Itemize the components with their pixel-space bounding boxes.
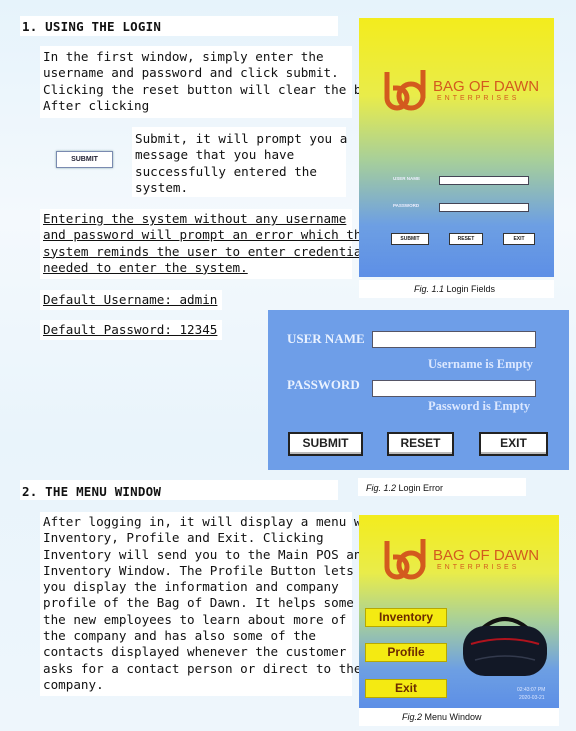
bod-logo-icon [384, 70, 426, 111]
login-error-figure: USER NAME Username is Empty PASSWORD Pas… [268, 310, 569, 470]
login-window-figure: BAG OF DAWN ENTERPRISES USER NAME PASSWO… [359, 18, 554, 277]
clock-date: 2020-03-21 [519, 695, 545, 701]
submit-button[interactable]: SUBMIT [391, 233, 429, 245]
para3-line: system reminds the user to enter credent… [43, 243, 377, 259]
fig12-caption: Fig. 1.2 Login Error [366, 483, 443, 493]
menu-logo-title: BAG OF DAWN [433, 547, 540, 564]
profile-button[interactable]: Profile [365, 643, 447, 662]
para2-line: system. [135, 179, 189, 195]
error-username-label: USER NAME [287, 331, 365, 346]
bag-image [463, 617, 547, 676]
inventory-button[interactable]: Inventory [365, 608, 447, 627]
fig2-caption-text: Menu Window [424, 712, 482, 722]
default-password: Default Password: 12345 [43, 322, 218, 337]
error-exit-button[interactable]: EXIT [479, 432, 548, 456]
para1-line: In the first window, simply enter the [43, 49, 324, 64]
para1-line: username and password and click submit. [43, 65, 339, 81]
password-input[interactable] [439, 203, 529, 212]
para2-line: Submit, it will prompt you a [135, 131, 348, 146]
section2-line: contacts displayed whenever the customer [43, 644, 347, 660]
error-username-input[interactable] [372, 331, 536, 348]
bod-logo-icon [384, 539, 426, 580]
section2-line: Inventory will send you to the Main POS … [43, 546, 370, 562]
section2-line: the new employees to learn about more of [43, 611, 347, 627]
exit-menu-button[interactable]: Exit [365, 679, 447, 698]
logo-title: BAG OF DAWN [433, 78, 540, 95]
fig2-caption: Fig.2 Menu Window [402, 712, 482, 722]
error-reset-button[interactable]: RESET [387, 432, 454, 456]
username-empty-error: Username is Empty [428, 357, 533, 371]
para1-line: After clicking [43, 97, 150, 113]
fig2-caption-number: Fig.2 [402, 712, 423, 722]
default-username: Default Username: admin [43, 292, 218, 307]
password-empty-error: Password is Empty [428, 399, 531, 413]
section2-line: Inventory Window. The Profile Button let… [43, 562, 354, 578]
error-submit-button[interactable]: SUBMIT [288, 432, 363, 456]
para2-line: message that you have [135, 147, 295, 163]
menu-logo-subtitle: ENTERPRISES [437, 564, 520, 571]
username-input[interactable] [439, 176, 529, 185]
section2-line: asks for a contact person or direct to t… [43, 660, 362, 676]
section1-heading: 1. USING THE LOGIN [22, 19, 162, 34]
para2-line: successfully entered the [135, 163, 317, 179]
para3-line: Entering the system without any username [43, 211, 347, 226]
para1-line: Clicking the reset button will clear the… [43, 81, 400, 97]
fig12-caption-number: Fig. 1.2 [366, 483, 397, 493]
section2-para: After logging in, it will display a menu… [43, 514, 384, 693]
inline-submit-button-image: SUBMIT [56, 151, 113, 168]
para3-line: and password will prompt an error which … [43, 227, 370, 243]
fig1-caption-text: Login Fields [446, 284, 496, 294]
fig1-caption: Fig. 1.1 Login Fields [414, 284, 495, 294]
para3-line: needed to enter the system. [43, 259, 248, 275]
section2-line: the company and has also some of the [43, 628, 316, 644]
para2: Submit, it will prompt you a message tha… [135, 131, 347, 196]
password-label: PASSWORD [393, 203, 420, 208]
logo-subtitle: ENTERPRISES [437, 95, 520, 102]
exit-button[interactable]: EXIT [503, 233, 535, 245]
section2-line: profile of the Bag of Dawn. It helps som… [43, 595, 377, 611]
username-label: USER NAME [393, 176, 421, 181]
error-password-label: PASSWORD [287, 377, 360, 392]
clock-time: 02:43:07 PM [517, 687, 546, 693]
para1: In the first window, simply enter the us… [43, 49, 399, 114]
menu-window-figure: BAG OF DAWN ENTERPRISES Inventory Profil… [359, 515, 559, 708]
section2-line: After logging in, it will display a menu… [43, 514, 385, 529]
fig1-caption-number: Fig. 1.1 [414, 284, 445, 294]
section2-line: Inventory, Profile and Exit. Clicking [43, 530, 324, 546]
section2-heading: 2. THE MENU WINDOW [22, 484, 162, 499]
inline-submit-label: SUBMIT [71, 156, 98, 163]
section2-line: you display the information and company [43, 579, 339, 595]
section2-line: company. [43, 676, 104, 692]
para3: Entering the system without any username… [43, 211, 377, 276]
error-password-input[interactable] [372, 380, 536, 397]
reset-button[interactable]: RESET [449, 233, 483, 245]
fig12-caption-text: Login Error [398, 483, 444, 493]
